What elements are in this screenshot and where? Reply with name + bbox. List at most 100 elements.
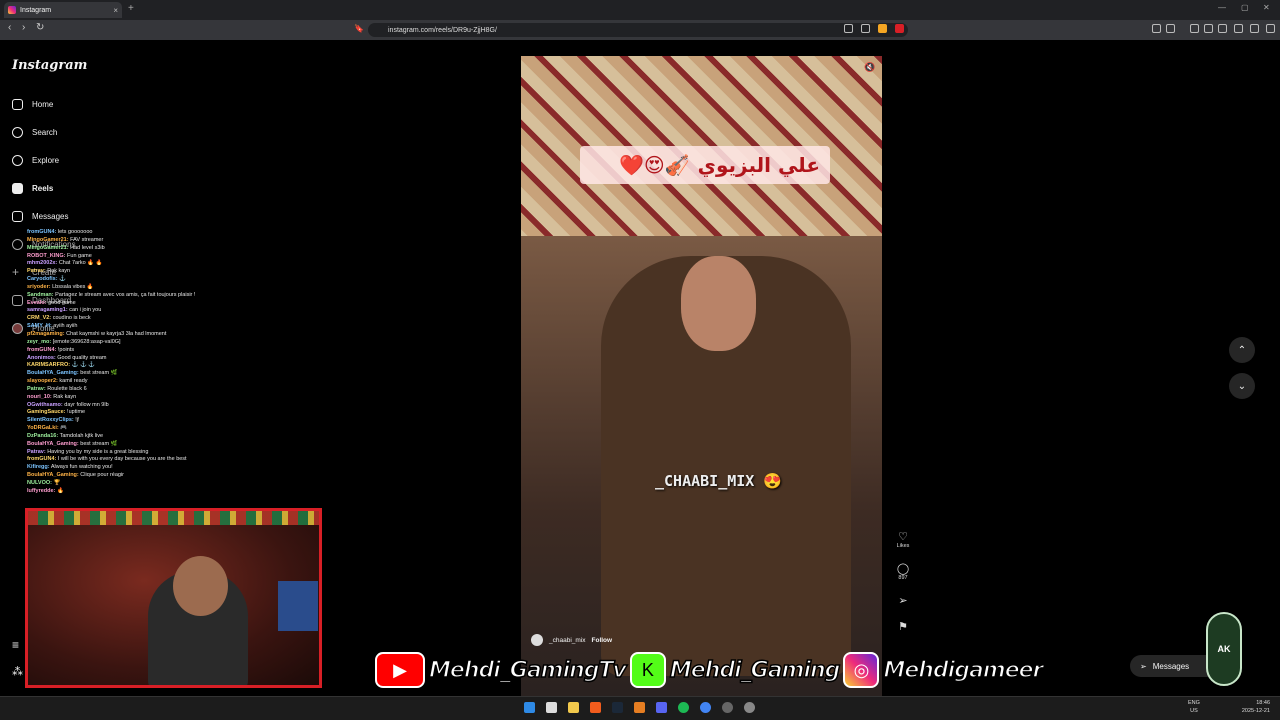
more-menu-icon[interactable]: ≡ [12,638,19,652]
new-tab-button[interactable]: + [128,3,134,14]
spotify-icon[interactable] [678,702,689,713]
sidebar-item-explore[interactable]: Explore [12,155,59,166]
forward-icon[interactable]: › [22,22,25,33]
home-icon [12,99,23,110]
chat-message: Patrav: Having you by my side is a great… [27,449,287,457]
reload-icon[interactable]: ↻ [36,22,44,33]
chat-text: Fun game [67,252,92,259]
chat-username: OGwithsamo: [27,401,63,408]
menu-icon[interactable] [1266,24,1275,33]
chevron-up-icon: ⌃ [1237,344,1247,356]
chat-username: SilentRoxxyClips: [27,417,74,424]
windows-start-icon[interactable] [524,702,535,713]
clock-date: 2025-12-21 [1241,708,1270,714]
stream-chat: fromGUN4: lets gooooooo MingoGamer21: FAV… [27,229,287,496]
sidebar-item-search[interactable]: Search [12,127,57,138]
save-button[interactable]: ⚑ [896,620,910,633]
steam-icon[interactable] [612,702,623,713]
chat-text: Always fun watching you! [50,464,113,471]
discord-icon[interactable] [656,702,667,713]
tab-close-icon[interactable]: × [113,6,118,15]
chat-message: fromGUN4: I will be with you every day b… [27,456,287,464]
chat-message: GamingSauce: !uptime [27,409,287,417]
share-button[interactable]: ➢ [896,594,910,607]
chat-username: BoulaHYA_Gaming: [27,370,79,377]
follow-button[interactable]: Follow [592,637,613,644]
downloads-icon[interactable] [1218,24,1227,33]
chat-message: SAMY_H: ayiih ayiih [27,323,287,331]
chat-username: Patrav: [27,385,46,392]
kick-handle: Mehdi_Gaming [669,657,841,684]
brave-rewards-icon[interactable] [895,24,904,33]
send-icon: ➢ [898,595,908,607]
chat-message: CRM_V2: coudino is beck [27,315,287,323]
chat-text: ⚓ ⚓ ⚓ [71,362,96,369]
sidebar-item-label: Search [32,128,58,137]
chat-username: samragaming1: [27,307,68,314]
extension-icon[interactable] [1152,24,1161,33]
sidebar-toggle-icon[interactable] [1204,24,1213,33]
sidebar-item-reels[interactable]: Reels [12,183,53,194]
chat-username: Patrav: [27,448,46,455]
sidebar-item-home[interactable]: Home [12,99,53,110]
instagram-logo[interactable]: Instagram [12,58,87,73]
obs-icon[interactable] [744,702,755,713]
url-text: instagram.com/reels/DR9u-ZjjH8G/ [388,26,497,34]
maximize-button[interactable]: ▢ [1241,3,1249,12]
chat-message: MingoGamer21: Had level s3ib [27,245,287,253]
minimize-button[interactable]: — [1218,3,1226,12]
chrome-icon[interactable] [700,702,711,713]
chat-username: MingoGamer21: [27,244,69,251]
chat-message: fromGUN4: !points [27,347,287,355]
chat-message: DzPanda16: Tamdolah kjtk live [27,433,287,441]
like-button[interactable]: ♡ Likes [896,530,910,549]
author-avatar[interactable] [531,634,543,646]
chat-username: sriyoder: [27,283,51,290]
browser-tabbar [0,0,1280,20]
back-icon[interactable]: ‹ [8,22,11,33]
screen-cast-icon[interactable] [844,24,853,33]
browser-tab[interactable]: Instagram × [4,2,122,18]
mute-icon[interactable]: 🔇 [864,62,875,73]
clock[interactable]: 18:46 2025-12-21 [1242,699,1270,715]
author-name[interactable]: _chaabi_mix [549,637,586,644]
chat-username: MingoGamer21: [27,236,69,243]
chat-message: Patrav: Roulette black 6 [27,386,287,394]
also-from-meta-icon[interactable]: ⁂ [12,665,23,678]
chat-message: KARIMSARFRO: ⚓ ⚓ ⚓ [27,362,287,370]
chat-message: samragaming1: can i join you [27,307,287,315]
media-icon[interactable] [1190,24,1199,33]
brave-icon[interactable] [590,702,601,713]
compass-icon [12,155,23,166]
bookmark-icon[interactable]: 🔖 [354,24,364,33]
share-icon[interactable] [861,24,870,33]
vpn-icon[interactable] [1250,24,1259,33]
chat-text: best stream 🌿 [80,370,118,377]
leo-ai-icon[interactable] [1234,24,1243,33]
chat-message: fromGUN4: lets gooooooo [27,229,287,237]
comment-button[interactable]: ◯ 897 [896,562,910,581]
chat-username: NULVOO: [27,480,52,486]
chat-username: nouri_10: [27,393,52,400]
file-explorer-icon[interactable] [568,702,579,713]
app-icon[interactable] [722,702,733,713]
task-view-icon[interactable] [546,702,557,713]
next-reel-button[interactable]: ⌄ [1229,373,1255,399]
chevron-down-icon: ⌄ [1237,380,1247,392]
chat-message: NULVOO: 🏆 [27,480,287,488]
close-window-button[interactable]: ✕ [1263,3,1270,12]
sidebar-item-label: Home [32,100,54,109]
wallet-icon[interactable] [1166,24,1175,33]
previous-reel-button[interactable]: ⌃ [1229,337,1255,363]
reel-author[interactable]: _chaabi_mix Follow [531,634,612,646]
send-icon [12,211,23,222]
sidebar-item-messages[interactable]: Messages [12,211,68,222]
language-indicator[interactable]: ENG US [1188,699,1200,715]
youtube-handle: Mehdi_GamingTv [428,657,627,684]
url-input[interactable]: instagram.com/reels/DR9u-ZjjH8G/ [368,23,908,37]
video-watermark: _CHAABI_MIX 😍 [655,472,783,490]
chat-text: 🏆 [53,480,61,486]
chat-text: Rak kayn [47,268,71,275]
app-icon[interactable] [634,702,645,713]
brave-shield-icon[interactable] [878,24,887,33]
